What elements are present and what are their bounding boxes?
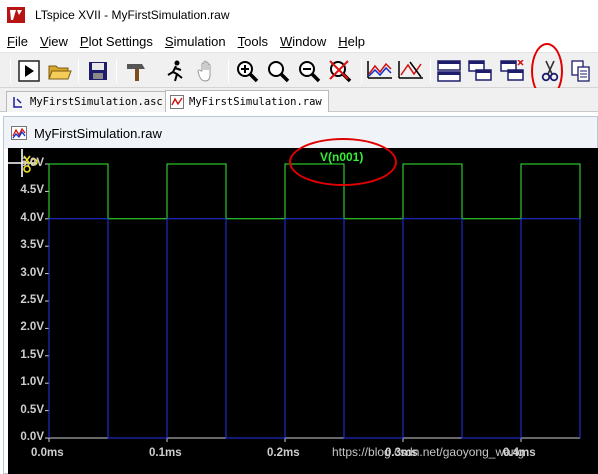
tab-waveform[interactable]: MyFirstSimulation.raw: [165, 90, 329, 112]
run-icon: [18, 60, 40, 82]
y-tick-label: 2.0V: [20, 321, 44, 334]
y-tick-label: 1.0V: [20, 376, 44, 389]
menu-bar: File View Plot Settings Simulation Tools…: [0, 30, 598, 52]
delete-trace-button[interactable]: [398, 58, 424, 84]
tab-waveform-label: MyFirstSimulation.raw: [189, 95, 322, 108]
toolbar-separator: [430, 59, 431, 83]
close-window-button[interactable]: [499, 58, 525, 84]
pan-icon: [197, 60, 211, 82]
window-title: LTspice XVII - MyFirstSimulation.raw: [35, 8, 230, 22]
y-tick-label: 2.5V: [20, 294, 44, 306]
toolbar-separator: [228, 59, 229, 83]
zoom-area-icon: [268, 61, 290, 83]
toolbar-separator: [10, 59, 11, 83]
control-panel-button[interactable]: [124, 58, 150, 84]
plot-window-titlebar: MyFirstSimulation.raw: [4, 117, 597, 149]
control-panel-icon: [127, 64, 145, 81]
menu-file[interactable]: File: [7, 34, 28, 49]
run-button[interactable]: [16, 58, 42, 84]
toolbar-separator: [531, 59, 532, 83]
toolbar: [0, 52, 598, 88]
zoom-out-icon: [299, 61, 321, 83]
waveform-plot[interactable]: V(n001) 0.0V 0.5V 1.0V 1.5V 2.0V 2.5V 3.0V 3.5V…: [8, 148, 598, 474]
toolbar-separator: [116, 59, 117, 83]
toolbar-separator: [361, 59, 362, 83]
halt-icon: [167, 60, 183, 82]
x-tick-label: 0.2ms: [267, 447, 300, 459]
cut-button[interactable]: [537, 58, 563, 84]
menu-tools[interactable]: Tools: [238, 34, 268, 49]
tile-button[interactable]: [436, 58, 462, 84]
trace-label[interactable]: V(n001): [320, 150, 363, 164]
menu-plot-settings[interactable]: Plot Settings: [80, 34, 153, 49]
y-tick-label: 0.5V: [20, 403, 44, 416]
y-tick-label: 3.0V: [20, 266, 44, 279]
pan-button[interactable]: [194, 58, 220, 84]
open-button[interactable]: [47, 58, 73, 84]
y-tick-label: 4.0V: [20, 211, 44, 224]
autorange-icon: [367, 61, 392, 79]
y-tick-label: 4.5V: [20, 184, 44, 197]
y-tick-label: 1.5V: [20, 348, 44, 361]
waveform-icon: [170, 94, 184, 109]
cascade-icon: [468, 60, 492, 81]
trace-secondary[interactable]: [48, 218, 581, 439]
open-icon: [48, 65, 72, 80]
document-tabs: MyFirstSimulation.asc MyFirstSimulation.…: [0, 88, 598, 112]
plot-window: MyFirstSimulation.raw V(n001) 0.0V 0.5V 1.…: [3, 116, 598, 474]
y-tick-label: 0.0V: [20, 431, 44, 443]
ltspice-logo-icon: [7, 6, 25, 24]
zoom-area-button[interactable]: [265, 58, 291, 84]
tile-icon: [437, 60, 461, 82]
plot-window-title: MyFirstSimulation.raw: [34, 125, 162, 141]
copy-icon: [571, 60, 590, 82]
x-tick-label: 0.0ms: [31, 447, 64, 459]
zoom-cancel-icon: [329, 60, 352, 83]
toolbar-separator: [78, 59, 79, 83]
zoom-in-icon: [237, 61, 259, 83]
menu-window[interactable]: Window: [280, 34, 326, 49]
save-icon: [89, 62, 107, 80]
tab-schematic[interactable]: MyFirstSimulation.asc: [6, 91, 170, 112]
menu-view[interactable]: View: [40, 34, 68, 49]
zoom-in-button[interactable]: [234, 58, 260, 84]
zoom-out-button[interactable]: [296, 58, 322, 84]
close-window-icon: [500, 60, 524, 81]
schematic-icon: [13, 97, 22, 108]
copy-button[interactable]: [568, 58, 594, 84]
y-tick-label: 3.5V: [20, 239, 44, 252]
save-button[interactable]: [85, 58, 111, 84]
x-tick-label: 0.1ms: [149, 447, 182, 459]
trace-v-n001[interactable]: [48, 163, 581, 220]
zoom-cancel-button[interactable]: [327, 58, 353, 84]
plot-axes: [48, 164, 580, 439]
waveform-chart: [45, 163, 581, 442]
halt-button[interactable]: [162, 58, 188, 84]
autorange-button[interactable]: [367, 58, 393, 84]
waveform-window-icon: [11, 126, 27, 140]
menu-simulation[interactable]: Simulation: [165, 34, 226, 49]
menu-help[interactable]: Help: [338, 34, 365, 49]
cascade-button[interactable]: [467, 58, 493, 84]
watermark: https://blog.csdn.net/gaoyong_wang: [332, 445, 525, 459]
title-bar: LTspice XVII - MyFirstSimulation.raw: [0, 0, 598, 30]
y-tick-label: 5.0V: [20, 157, 44, 169]
tab-schematic-label: MyFirstSimulation.asc: [30, 96, 163, 108]
delete-trace-icon: [398, 61, 423, 79]
cut-icon: [541, 60, 559, 82]
